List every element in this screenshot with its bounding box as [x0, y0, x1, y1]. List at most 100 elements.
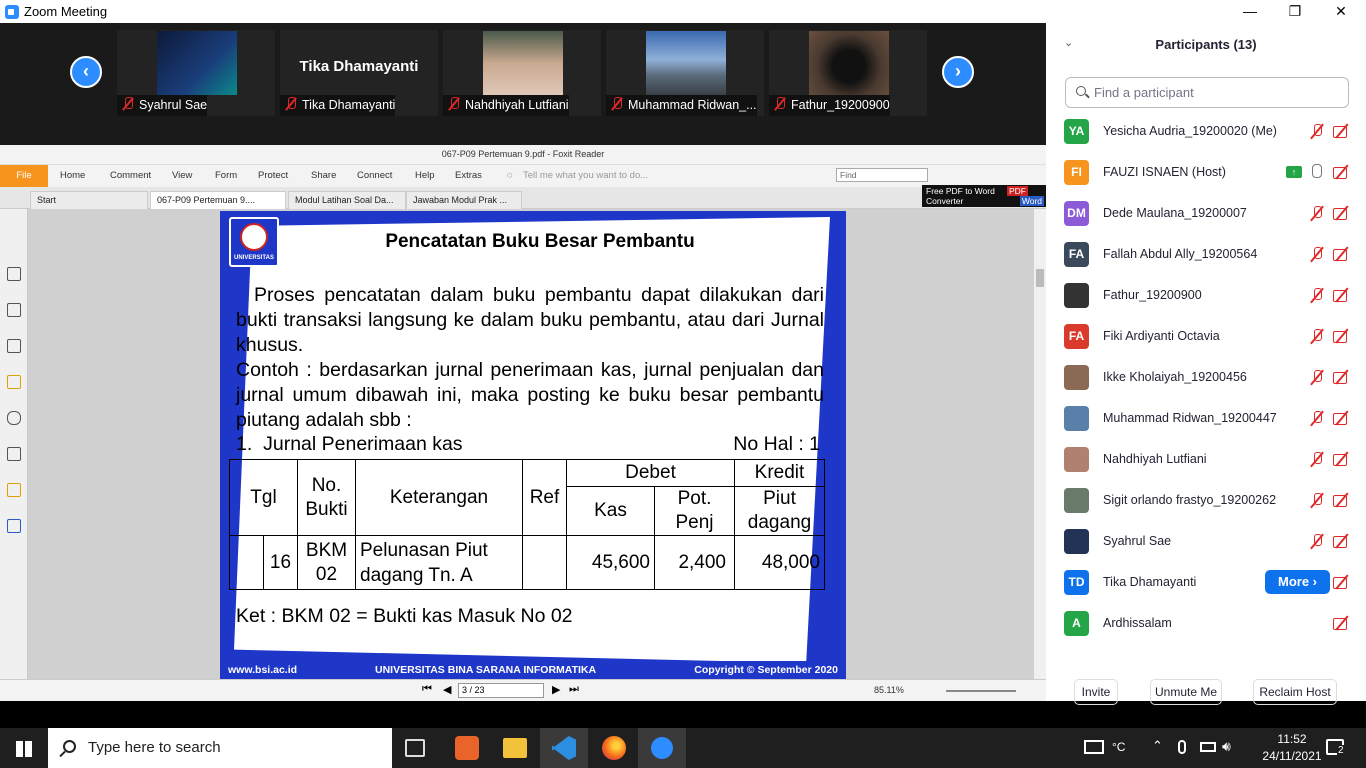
video-off-icon[interactable] [1333, 330, 1351, 343]
participant-row[interactable]: Muhammad Ridwan_19200447 [1046, 398, 1366, 439]
video-off-icon[interactable] [1333, 371, 1351, 384]
firefox-icon[interactable] [602, 736, 626, 760]
video-tile[interactable]: Muhammad Ridwan_... [606, 30, 764, 116]
mic-muted-icon[interactable] [1309, 410, 1325, 426]
scrollbar-thumb[interactable] [1036, 269, 1044, 287]
bookmark-icon[interactable] [7, 267, 21, 281]
more-button[interactable]: More › [1265, 570, 1330, 594]
menu-extras[interactable]: Extras [455, 170, 482, 181]
participant-row[interactable]: Ikke Kholaiyah_19200456 [1046, 357, 1366, 398]
video-off-icon[interactable] [1333, 535, 1351, 548]
participant-row[interactable]: Nahdhiyah Lutfiani [1046, 439, 1366, 480]
video-off-icon[interactable] [1333, 125, 1351, 138]
pdf-to-word-promo[interactable]: Free PDF to Word Converter PDF Word [922, 185, 1046, 207]
taskbar-clock[interactable]: 11:52 24/11/2021 [1262, 731, 1322, 765]
unmute-me-button[interactable]: Unmute Me [1150, 679, 1222, 705]
mic-muted-icon[interactable] [1309, 205, 1325, 221]
volume-icon[interactable]: 🔊︎ [1222, 738, 1231, 755]
mic-tray-icon[interactable] [1178, 740, 1186, 754]
participant-row[interactable]: Sigit orlando frastyo_19200262 [1046, 480, 1366, 521]
notification-icon[interactable]: 2 [1326, 739, 1345, 756]
video-off-icon[interactable] [1333, 289, 1351, 302]
find-input[interactable]: Find [836, 168, 928, 182]
zoom-level[interactable]: 85.11% [874, 685, 904, 695]
page-number-field[interactable]: 3 / 23 [458, 683, 544, 698]
participant-row[interactable]: Syahrul Sae [1046, 521, 1366, 562]
tray-chevron-icon[interactable]: ⌃ [1152, 738, 1163, 754]
tab-pertemuan9[interactable]: 067-P09 Pertemuan 9.... [150, 191, 286, 209]
menu-help[interactable]: Help [415, 170, 435, 181]
next-page-icon[interactable]: ▶ [552, 683, 560, 696]
mic-muted-icon[interactable] [1309, 328, 1325, 344]
video-off-icon[interactable] [1333, 453, 1351, 466]
mic-muted-icon[interactable] [1309, 287, 1325, 303]
pages-icon[interactable] [7, 303, 21, 317]
gallery-prev-button[interactable]: ‹ [70, 56, 102, 88]
video-tile[interactable]: Nahdhiyah Lutfiani [443, 30, 601, 116]
invite-button[interactable]: Invite [1074, 679, 1118, 705]
mic-muted-icon[interactable] [1309, 246, 1325, 262]
mic-muted-icon[interactable] [1309, 492, 1325, 508]
menu-form[interactable]: Form [215, 170, 237, 181]
participant-row[interactable]: Fathur_19200900 [1046, 275, 1366, 316]
tell-me-box[interactable]: Tell me what you want to do... [523, 170, 648, 181]
document-view[interactable]: UNIVERSITAS Pencatatan Buku Besar Pemban… [28, 209, 1034, 679]
video-off-icon[interactable] [1333, 166, 1351, 179]
participant-row[interactable]: FA Fiki Ardiyanti Octavia [1046, 316, 1366, 357]
mic-muted-icon[interactable] [1309, 123, 1325, 139]
participant-search-input[interactable]: Find a participant [1065, 77, 1349, 108]
video-off-icon[interactable] [1333, 207, 1351, 220]
search-doc-icon[interactable] [7, 519, 21, 533]
mic-muted-icon[interactable] [1309, 451, 1325, 467]
video-tile[interactable]: Tika Dhamayanti Tika Dhamayanti [280, 30, 438, 116]
mic-muted-icon[interactable] [1309, 369, 1325, 385]
document-scrollbar[interactable] [1034, 209, 1046, 679]
video-off-icon[interactable] [1333, 494, 1351, 507]
weather-icon[interactable] [1084, 740, 1104, 754]
menu-view[interactable]: View [172, 170, 192, 181]
security-lock-icon[interactable] [7, 483, 21, 497]
attachment-icon[interactable] [7, 411, 21, 425]
restore-button[interactable]: ❐ [1280, 2, 1310, 21]
video-tile[interactable]: Syahrul Sae [117, 30, 275, 116]
video-off-icon[interactable] [1333, 412, 1351, 425]
gallery-next-button[interactable]: › [942, 56, 974, 88]
close-button[interactable]: ✕ [1326, 2, 1356, 21]
tab-jawaban-modul[interactable]: Jawaban Modul Prak ... [406, 191, 522, 209]
prev-page-icon[interactable]: ◀ [443, 683, 451, 696]
vscode-taskbar-button[interactable] [540, 728, 588, 768]
mic-muted-icon[interactable] [1309, 533, 1325, 549]
signature-icon[interactable] [7, 447, 21, 461]
network-icon[interactable] [1200, 742, 1216, 752]
menu-share[interactable]: Share [311, 170, 336, 181]
participant-row[interactable]: FI FAUZI ISNAEN (Host) ↑ [1046, 152, 1366, 193]
tab-modul-latihan[interactable]: Modul Latihan Soal Da... [288, 191, 406, 209]
menu-home[interactable]: Home [60, 170, 85, 181]
first-page-icon[interactable]: ⏮ [422, 683, 432, 696]
video-off-icon[interactable] [1333, 617, 1351, 630]
last-page-icon[interactable]: ⏭ [569, 683, 579, 696]
zoom-slider[interactable] [946, 690, 1016, 692]
windows-start-icon[interactable] [16, 741, 32, 757]
mic-on-icon[interactable] [1312, 164, 1322, 178]
participant-row[interactable]: TD Tika Dhamayanti More › [1046, 562, 1366, 603]
task-view-icon[interactable] [405, 739, 425, 757]
file-explorer-icon[interactable] [503, 738, 527, 758]
reclaim-host-button[interactable]: Reclaim Host [1253, 679, 1337, 705]
tab-start[interactable]: Start [30, 191, 148, 209]
xampp-icon[interactable] [455, 736, 479, 760]
participant-row[interactable]: FA Fallah Abdul Ally_19200564 [1046, 234, 1366, 275]
video-off-icon[interactable] [1333, 576, 1351, 589]
comments-icon[interactable] [7, 375, 21, 389]
taskbar-search-box[interactable]: Type here to search [48, 728, 392, 768]
participant-row[interactable]: DM Dede Maulana_19200007 [1046, 193, 1366, 234]
menu-comment[interactable]: Comment [110, 170, 151, 181]
participant-row[interactable]: A Ardhissalam [1046, 603, 1366, 644]
zoom-taskbar-button[interactable] [638, 728, 686, 768]
file-menu-button[interactable]: File [0, 165, 48, 187]
minimize-button[interactable]: — [1235, 2, 1265, 21]
menu-protect[interactable]: Protect [258, 170, 288, 181]
video-off-icon[interactable] [1333, 248, 1351, 261]
menu-connect[interactable]: Connect [357, 170, 392, 181]
participant-row[interactable]: YA Yesicha Audria_19200020 (Me) [1046, 111, 1366, 152]
